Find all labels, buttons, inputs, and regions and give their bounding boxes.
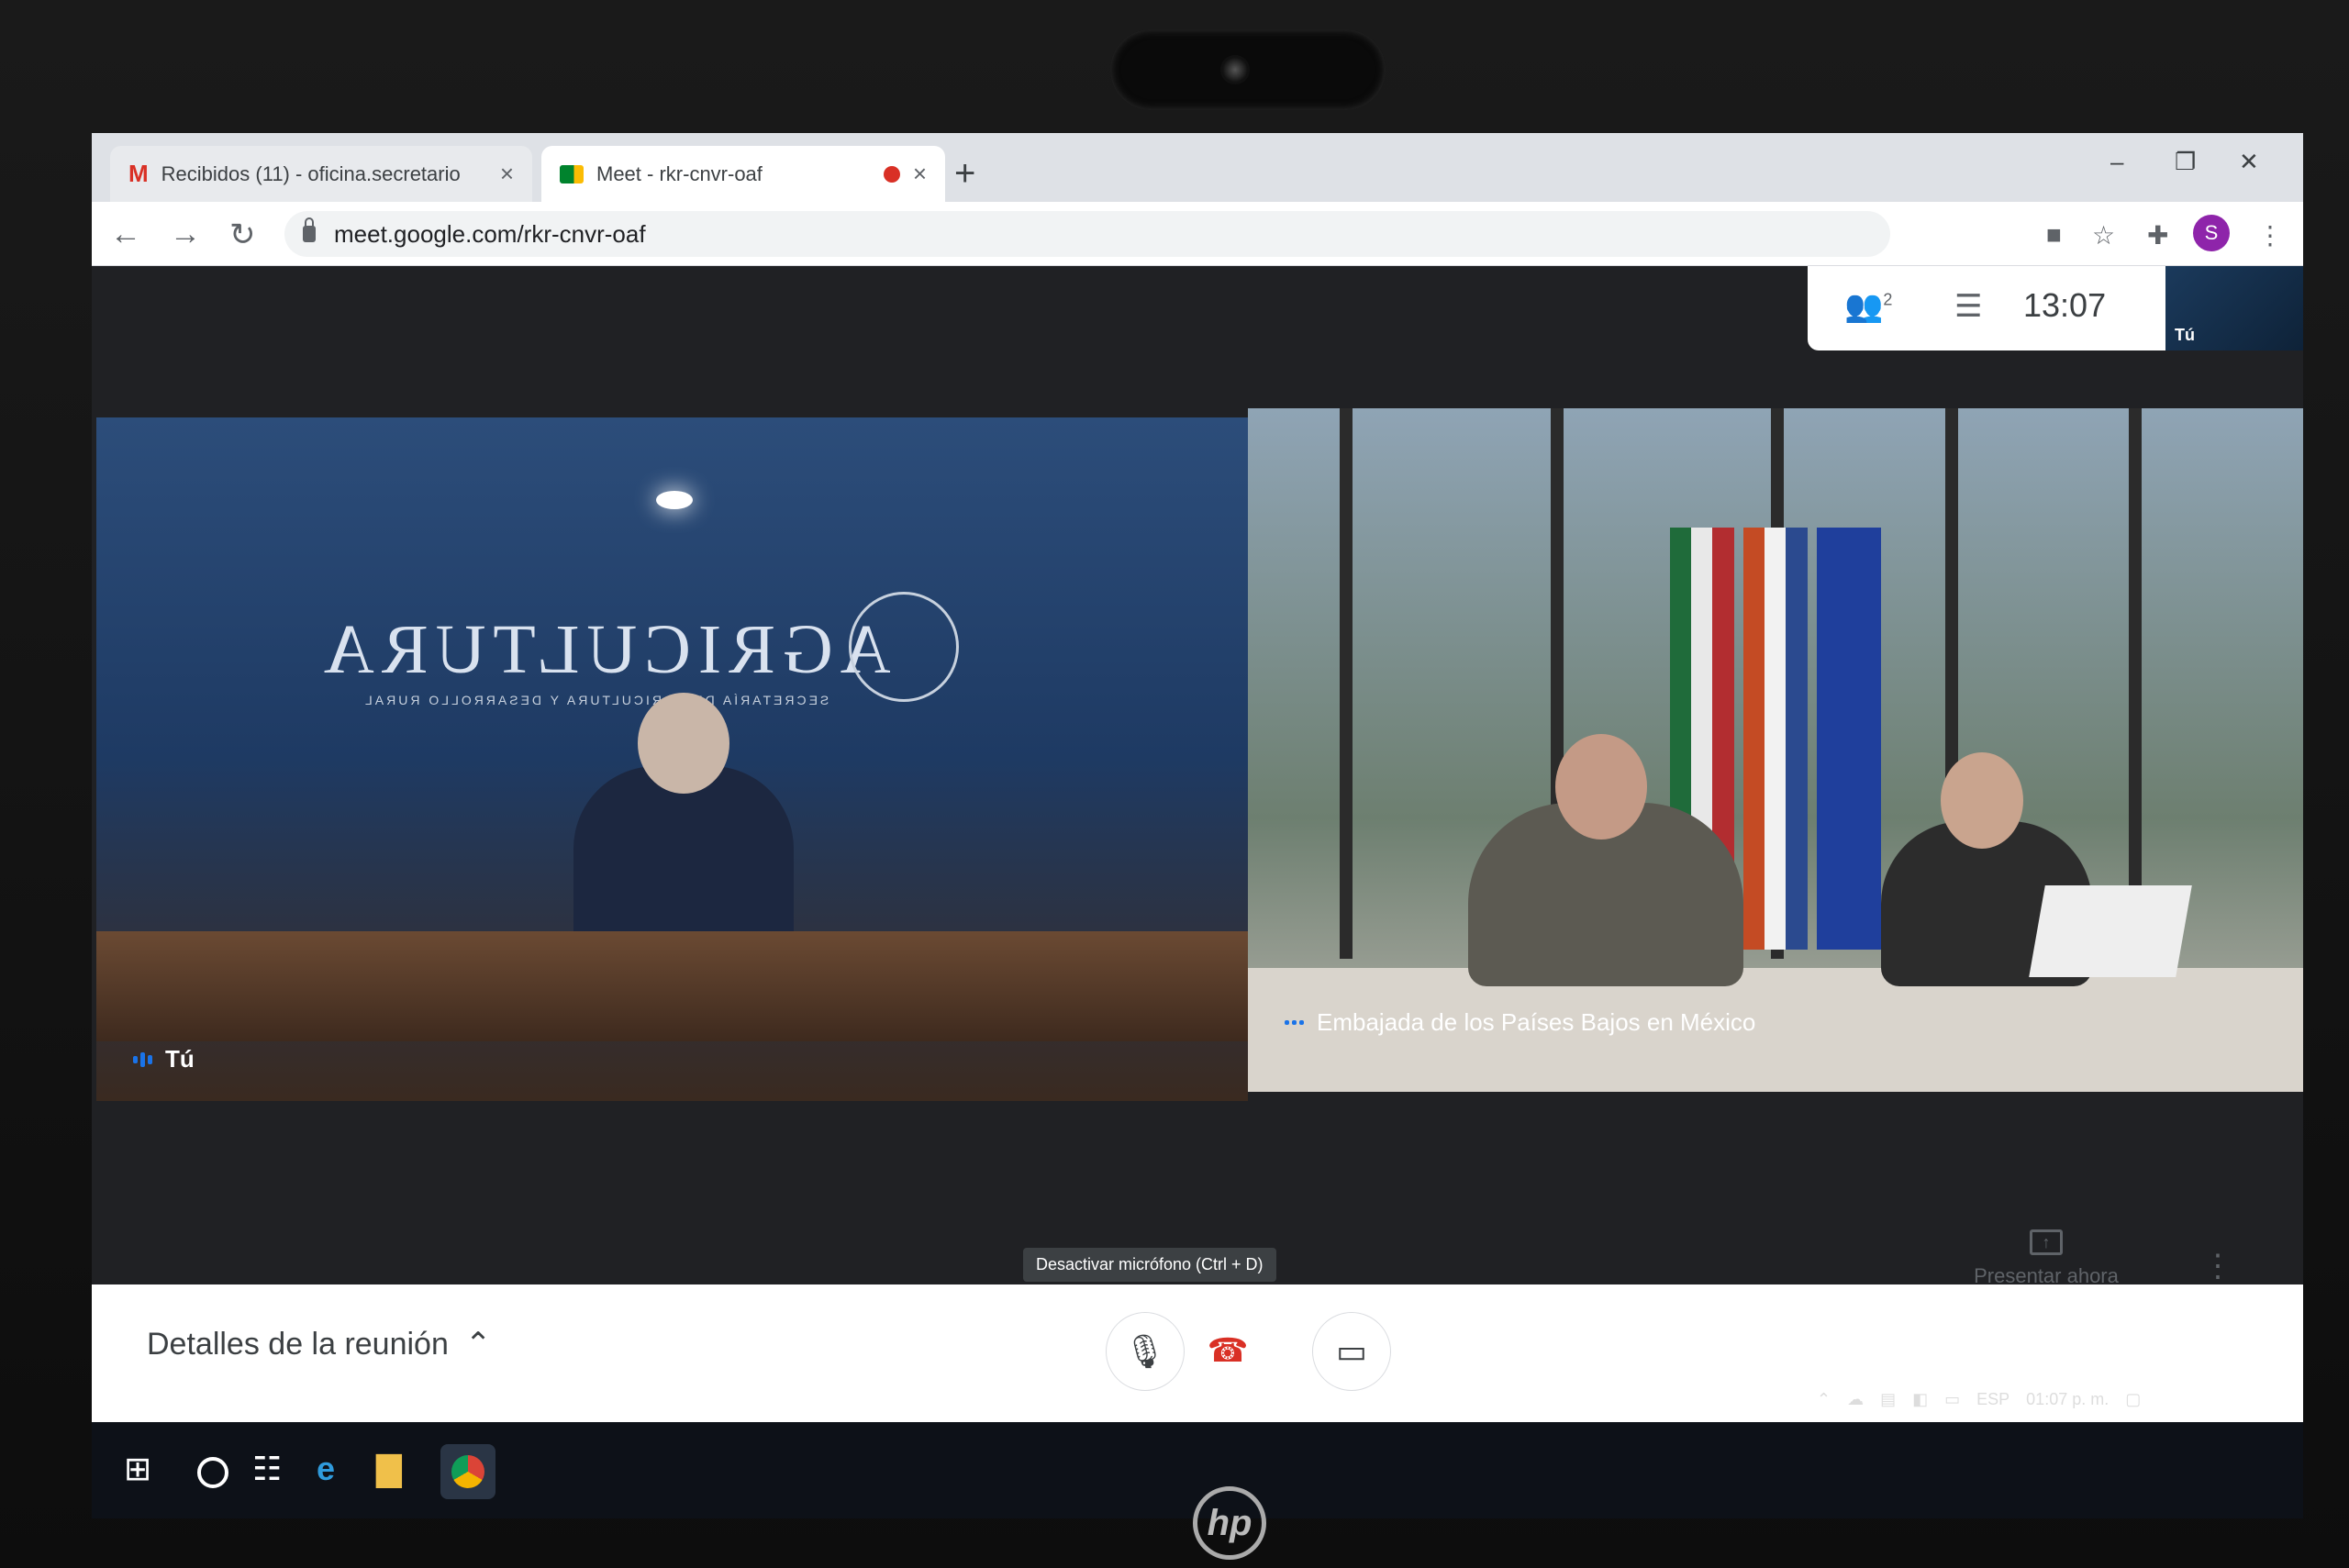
- participants-count: 2: [1883, 290, 1893, 309]
- webcam: [1110, 29, 1386, 110]
- meeting-details-button[interactable]: Detalles de la reunión ⌃: [147, 1326, 491, 1362]
- participant-head: [1941, 752, 2023, 849]
- government-seal: [849, 592, 959, 702]
- hang-up-button[interactable]: ☎: [1188, 1312, 1267, 1391]
- close-tab-icon[interactable]: ×: [500, 160, 514, 188]
- window-frame: [1340, 408, 1353, 959]
- participant-name: Tú: [165, 1045, 195, 1073]
- wall-sign-subtitle: SECRETARÍA DE AGRICULTURA Y DESARROLLO R…: [362, 693, 829, 707]
- tab-meet[interactable]: Meet - rkr-cnvr-oaf ×: [541, 146, 945, 202]
- laptop-prop: [2029, 885, 2192, 977]
- phone-hangup-icon: ☎: [1207, 1331, 1249, 1369]
- tab-title: Recibidos (11) - oficina.secretario: [161, 161, 461, 185]
- participant-head: [638, 693, 729, 794]
- video-tile-remote[interactable]: Embajada de los Países Bajos en México: [1248, 408, 2303, 1092]
- tray-clock[interactable]: 01:07 p. m.: [2026, 1390, 2109, 1409]
- back-icon[interactable]: ←: [110, 217, 141, 252]
- lock-icon: [303, 217, 316, 242]
- windows-start-icon[interactable]: ⊞: [124, 1450, 151, 1488]
- network-icon[interactable]: ▤: [1880, 1390, 1896, 1409]
- chat-icon[interactable]: ☰: [1954, 288, 1982, 325]
- self-thumbnail-label: Tú: [2175, 326, 2195, 344]
- forward-icon[interactable]: →: [170, 217, 201, 252]
- present-now-button[interactable]: ↑ Presentar ahora: [1964, 1229, 2129, 1288]
- eu-flag: [1817, 528, 1881, 950]
- tab-strip: M Recibidos (11) - oficina.secretario × …: [92, 133, 2303, 202]
- present-icon: ↑: [2030, 1229, 2063, 1255]
- screen: M Recibidos (11) - oficina.secretario × …: [92, 133, 2303, 1518]
- desk: [96, 931, 1248, 1041]
- hp-logo: hp: [1193, 1486, 1266, 1560]
- display-icon[interactable]: ▭: [1944, 1390, 1960, 1409]
- mic-button[interactable]: 🎙: [1106, 1312, 1185, 1391]
- self-view-thumbnail[interactable]: Tú: [2165, 266, 2303, 350]
- chevron-up-icon[interactable]: ⌃: [1817, 1390, 1831, 1409]
- minimize-button[interactable]: –: [2110, 148, 2123, 176]
- tray-language[interactable]: ESP: [1976, 1390, 2009, 1409]
- address-bar[interactable]: meet.google.com/rkr-cnvr-oaf: [284, 211, 1890, 257]
- video-camera-icon: ▭: [1335, 1332, 1367, 1370]
- task-view-icon[interactable]: ☷: [252, 1450, 282, 1488]
- system-tray: ⌃ ☁ ▤ ◧ ▭ ESP 01:07 p. m. ▢: [1817, 1390, 2141, 1409]
- star-icon[interactable]: ☆: [2092, 220, 2115, 250]
- reload-icon[interactable]: ↻: [229, 217, 256, 253]
- tile-name-remote: Embajada de los Países Bajos en México: [1285, 1008, 1755, 1037]
- video-tile-self[interactable]: AGRICULTURA SECRETARÍA DE AGRICULTURA Y …: [96, 417, 1248, 1101]
- tab-gmail[interactable]: M Recibidos (11) - oficina.secretario ×: [110, 146, 532, 202]
- menu-icon[interactable]: ⋮: [2257, 220, 2283, 250]
- participant-head: [1555, 734, 1647, 840]
- tab-title: Meet - rkr-cnvr-oaf: [596, 161, 763, 185]
- camera-in-use-icon[interactable]: ■: [2046, 220, 2062, 250]
- browser-toolbar: ← → ↻ meet.google.com/rkr-cnvr-oaf ■ ☆ ✚…: [92, 202, 2303, 266]
- extensions-icon[interactable]: ✚: [2147, 220, 2168, 250]
- participant-name: Embajada de los Países Bajos en México: [1317, 1008, 1756, 1036]
- webcam-lens: [1220, 55, 1250, 84]
- meet-icon: [560, 164, 584, 183]
- more-options-icon[interactable]: ⋮: [2202, 1248, 2233, 1284]
- meeting-details-label: Detalles de la reunión: [147, 1326, 449, 1362]
- new-tab-button[interactable]: +: [954, 153, 975, 195]
- speaker-icon[interactable]: ◧: [1912, 1390, 1928, 1409]
- chevron-up-icon: ⌃: [464, 1327, 492, 1362]
- ceiling-lamp: [656, 491, 693, 509]
- chrome-icon[interactable]: [440, 1444, 495, 1499]
- meet-call-area: 👥2 ☰ 13:07 Tú AGRICULTURA SECRETARÍA DE …: [92, 266, 2303, 1390]
- tile-name-self: Tú: [133, 1045, 195, 1073]
- wall-sign-text: AGRICULTURA: [317, 611, 891, 688]
- window-close-button[interactable]: ✕: [2239, 148, 2259, 176]
- edge-icon[interactable]: e: [317, 1450, 335, 1488]
- file-explorer-icon[interactable]: ▇: [376, 1450, 402, 1488]
- audio-level-icon: [133, 1051, 152, 1067]
- netherlands-flag: [1743, 528, 1808, 950]
- meeting-clock: 13:07: [2023, 286, 2107, 324]
- url-text: meet.google.com/rkr-cnvr-oaf: [334, 219, 646, 248]
- audio-level-icon: [1285, 1020, 1304, 1025]
- camera-button[interactable]: ▭: [1312, 1312, 1391, 1391]
- laptop-bezel: M Recibidos (11) - oficina.secretario × …: [0, 0, 2349, 1568]
- participants-icon[interactable]: 👥2: [1844, 288, 1892, 325]
- cortana-search-icon[interactable]: [197, 1457, 228, 1488]
- mic-tooltip: Desactivar micrófono (Ctrl + D): [1023, 1248, 1276, 1282]
- notifications-icon[interactable]: ▢: [2125, 1390, 2141, 1409]
- restore-button[interactable]: ❐: [2175, 148, 2196, 176]
- recording-indicator-icon: [883, 165, 900, 183]
- window-frame: [2129, 408, 2142, 959]
- mic-icon: 🎙: [1124, 1332, 1166, 1370]
- profile-avatar[interactable]: S: [2193, 215, 2230, 251]
- gmail-icon: M: [128, 160, 149, 187]
- close-tab-icon[interactable]: ×: [913, 160, 927, 188]
- cloud-icon[interactable]: ☁: [1847, 1390, 1864, 1409]
